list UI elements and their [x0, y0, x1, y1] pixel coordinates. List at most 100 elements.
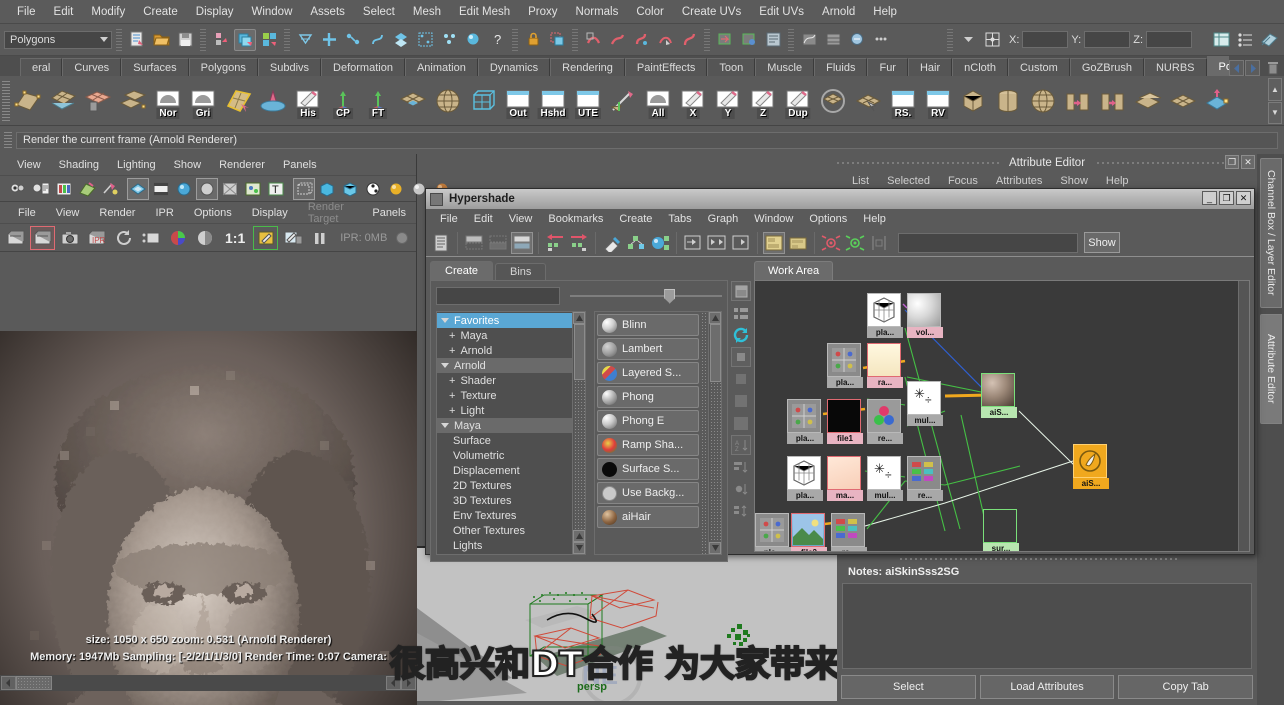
hs-rearrange-graph-icon[interactable]	[625, 232, 647, 254]
shelf-tab-surfaces[interactable]: Surfaces	[121, 58, 189, 76]
render-scroll-left-icon[interactable]	[1, 676, 16, 690]
tree-scroll-down-icon[interactable]	[573, 542, 585, 554]
toolbar-grip-2[interactable]	[200, 28, 206, 51]
rv-menu-display[interactable]: Display	[242, 205, 298, 221]
text-display-icon[interactable]: T	[265, 178, 287, 200]
shelf-hypershade-icon[interactable]: Hshd	[536, 81, 570, 121]
notes-textarea[interactable]	[842, 583, 1252, 669]
shelf-next-icon[interactable]	[1245, 60, 1260, 76]
shelf-poly-soft-icon[interactable]	[1201, 81, 1235, 121]
shelf-grid-icon[interactable]: Gri	[186, 81, 220, 121]
shelf-poly-quad-icon[interactable]	[1166, 81, 1200, 121]
shelf-tab-hair[interactable]: Hair	[907, 58, 953, 76]
shelf-poly-cone-icon[interactable]	[256, 81, 290, 121]
hypershade-icon[interactable]	[762, 29, 784, 51]
hs-list-view-icon[interactable]	[430, 232, 452, 254]
render-scroll-thumb-left[interactable]	[16, 676, 52, 690]
swatch-size-slider[interactable]	[570, 287, 722, 305]
shelf-poly-wireframe-icon[interactable]	[466, 81, 500, 121]
select-button[interactable]: Select	[841, 675, 976, 699]
menu-edit-uvs[interactable]: Edit UVs	[750, 3, 813, 21]
shelf-tab-nurbs[interactable]: NURBS	[1143, 58, 1207, 76]
hs-tab-create[interactable]: Create	[430, 261, 494, 280]
render-target-icon[interactable]	[738, 29, 760, 51]
menu-file[interactable]: File	[8, 3, 45, 21]
hypershade-search-field[interactable]	[898, 232, 1078, 253]
menu-mesh[interactable]: Mesh	[404, 3, 450, 21]
shelf-cp-icon[interactable]: CP	[326, 81, 360, 121]
menu-create[interactable]: Create	[134, 3, 187, 21]
swatch-item-aihair[interactable]: aiHair	[597, 506, 699, 528]
toolbar-grip-6[interactable]	[704, 28, 710, 51]
swatch-scroll-thumb[interactable]	[709, 324, 721, 382]
shelf-rv-icon[interactable]: RV	[921, 81, 955, 121]
menu-edit-mesh[interactable]: Edit Mesh	[450, 3, 519, 21]
tab-channel-box-layer-editor[interactable]: Channel Box / Layer Editor	[1260, 158, 1282, 308]
work-area-vertical-scrollbar[interactable]	[1238, 281, 1249, 551]
shelf-normal-icon[interactable]: Nor	[151, 81, 185, 121]
help-line-grip[interactable]	[4, 132, 12, 148]
shelf-ft-icon[interactable]: FT	[361, 81, 395, 121]
shelf-poly-extrude-icon[interactable]	[1061, 81, 1095, 121]
panel-menu-renderer[interactable]: Renderer	[210, 157, 274, 173]
toolbar-grip-3[interactable]	[284, 28, 290, 51]
panel-menu-panels[interactable]: Panels	[274, 157, 326, 173]
sort-by-time-icon[interactable]	[731, 479, 751, 499]
slider-knob[interactable]	[664, 288, 676, 304]
panel-menu-show[interactable]: Show	[165, 157, 211, 173]
swatch-item-lambert[interactable]: Lambert	[597, 338, 699, 360]
shelf-poly-face-icon[interactable]	[396, 81, 430, 121]
ae-menu-help[interactable]: Help	[1097, 174, 1138, 188]
hs-back-navigation-icon[interactable]	[544, 232, 566, 254]
shelf-tab-muscle[interactable]: Muscle	[755, 58, 815, 76]
swatch-item-phong[interactable]: Phong	[597, 386, 699, 408]
render-flags-icon[interactable]	[678, 29, 700, 51]
shelf-tab-polygons[interactable]: Polygons	[188, 58, 258, 76]
image-plane-icon[interactable]	[76, 178, 98, 200]
tree-item-arnold[interactable]: Arnold	[437, 358, 572, 373]
hs-menu-view[interactable]: View	[501, 211, 541, 227]
tree-item-arnold-shader[interactable]: + Shader	[437, 373, 572, 388]
render-settings-icon[interactable]	[654, 29, 676, 51]
tree-item-arnold-light[interactable]: + Light	[437, 403, 572, 418]
construction-plane-icon[interactable]	[414, 29, 436, 51]
hypershade-title-bar[interactable]: Hypershade _ ❐ ✕	[426, 189, 1254, 209]
shelf-tab-polys[interactable]: Polys	[1206, 56, 1229, 76]
remove-image-icon[interactable]	[280, 226, 305, 250]
hs-menu-tabs[interactable]: Tabs	[660, 211, 699, 227]
swatch-scroll-up-icon[interactable]	[709, 312, 721, 324]
hs-clear-graph-icon[interactable]	[601, 232, 623, 254]
shelf-rs-icon[interactable]: RS.	[886, 81, 920, 121]
shelf-poly-subdivide-icon[interactable]	[46, 81, 80, 121]
hs-top-panel-layout-icon[interactable]	[463, 232, 485, 254]
rv-menu-render[interactable]: Render	[89, 205, 145, 221]
node-file2[interactable]: file2	[791, 513, 827, 551]
node-ramp[interactable]: ra...	[867, 343, 903, 388]
attribute-editor-close-icon[interactable]: ✕	[1241, 155, 1255, 169]
render-current-frame-icon[interactable]	[3, 226, 28, 250]
swatch-item-use-background[interactable]: Use Backg...	[597, 482, 699, 504]
shelf-ute-icon[interactable]: UTE	[571, 81, 605, 121]
menu-set-selector[interactable]: Polygons	[4, 30, 112, 49]
render-sequence-icon[interactable]	[606, 29, 628, 51]
render-swatch-icon[interactable]	[731, 281, 751, 301]
hs-bottom-panel-layout-icon[interactable]	[487, 232, 509, 254]
toolbar-grip[interactable]	[116, 28, 122, 51]
node-surface-shader[interactable]: sur...	[983, 509, 1019, 551]
ae-menu-attributes[interactable]: Attributes	[987, 174, 1051, 188]
rv-menu-file[interactable]: File	[8, 205, 46, 221]
texture-display-icon[interactable]	[219, 178, 241, 200]
tree-item-surface[interactable]: Surface	[437, 433, 572, 448]
tree-item-favorites-arnold[interactable]: + Arnold	[437, 343, 572, 358]
ipr-render-icon[interactable]	[630, 29, 652, 51]
hs-menu-file[interactable]: File	[432, 211, 466, 227]
swatch-size-small-icon[interactable]	[731, 347, 751, 367]
tree-item-env-textures[interactable]: Env Textures	[437, 508, 572, 523]
light-default-icon[interactable]	[385, 178, 407, 200]
shelf-poly-sphere2-icon[interactable]	[1026, 81, 1060, 121]
rgb-channel-icon[interactable]	[165, 226, 190, 250]
rv-menu-options[interactable]: Options	[184, 205, 242, 221]
toolbar-grip-7[interactable]	[788, 28, 794, 51]
more-options-icon[interactable]	[870, 29, 892, 51]
two-d-pan-zoom-icon[interactable]	[99, 178, 121, 200]
